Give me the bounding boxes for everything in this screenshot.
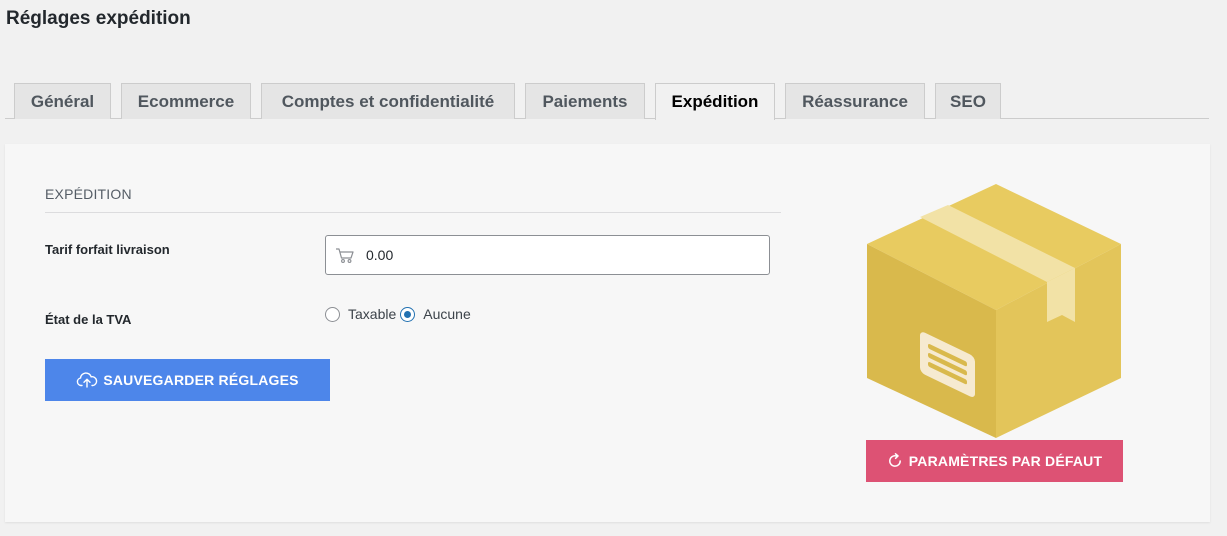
page-title: Réglages expédition xyxy=(6,8,191,29)
vat-taxable-radio[interactable] xyxy=(325,306,340,322)
tab-payments[interactable]: Paiements xyxy=(525,83,645,119)
reset-button-label: PARAMÈTRES PAR DÉFAUT xyxy=(908,453,1103,469)
reset-defaults-button[interactable]: PARAMÈTRES PAR DÉFAUT xyxy=(866,440,1123,482)
shipping-rate-field[interactable] xyxy=(325,235,770,275)
tab-general[interactable]: Général xyxy=(14,83,111,119)
shipping-rate-input[interactable] xyxy=(366,247,746,263)
refresh-icon xyxy=(887,453,903,469)
shipping-rate-label: Tarif forfait livraison xyxy=(45,242,170,257)
vat-state-radio-group: Taxable Aucune xyxy=(325,306,475,322)
settings-tabs: Général Ecommerce Comptes et confidentia… xyxy=(5,83,1209,120)
vat-none-label[interactable]: Aucune xyxy=(423,306,470,322)
vat-state-label: État de la TVA xyxy=(45,312,132,327)
tab-accounts-privacy[interactable]: Comptes et confidentialité xyxy=(261,83,515,119)
tab-shipping[interactable]: Expédition xyxy=(655,83,775,120)
vat-taxable-label[interactable]: Taxable xyxy=(348,306,396,322)
tab-reassurance[interactable]: Réassurance xyxy=(785,83,925,119)
section-divider xyxy=(45,212,781,213)
tab-seo[interactable]: SEO xyxy=(935,83,1001,119)
cloud-upload-icon xyxy=(76,372,98,388)
cart-icon xyxy=(335,246,355,264)
save-settings-button[interactable]: SAUVEGARDER RÉGLAGES xyxy=(45,359,330,401)
radio-selected-dot xyxy=(404,310,412,318)
section-title: EXPÉDITION xyxy=(45,186,132,202)
vat-none-radio[interactable] xyxy=(400,306,416,322)
tab-ecommerce[interactable]: Ecommerce xyxy=(121,83,251,119)
package-box-icon xyxy=(865,182,1127,445)
save-button-label: SAUVEGARDER RÉGLAGES xyxy=(103,372,299,388)
settings-panel: EXPÉDITION Tarif forfait livraison État … xyxy=(5,144,1210,522)
